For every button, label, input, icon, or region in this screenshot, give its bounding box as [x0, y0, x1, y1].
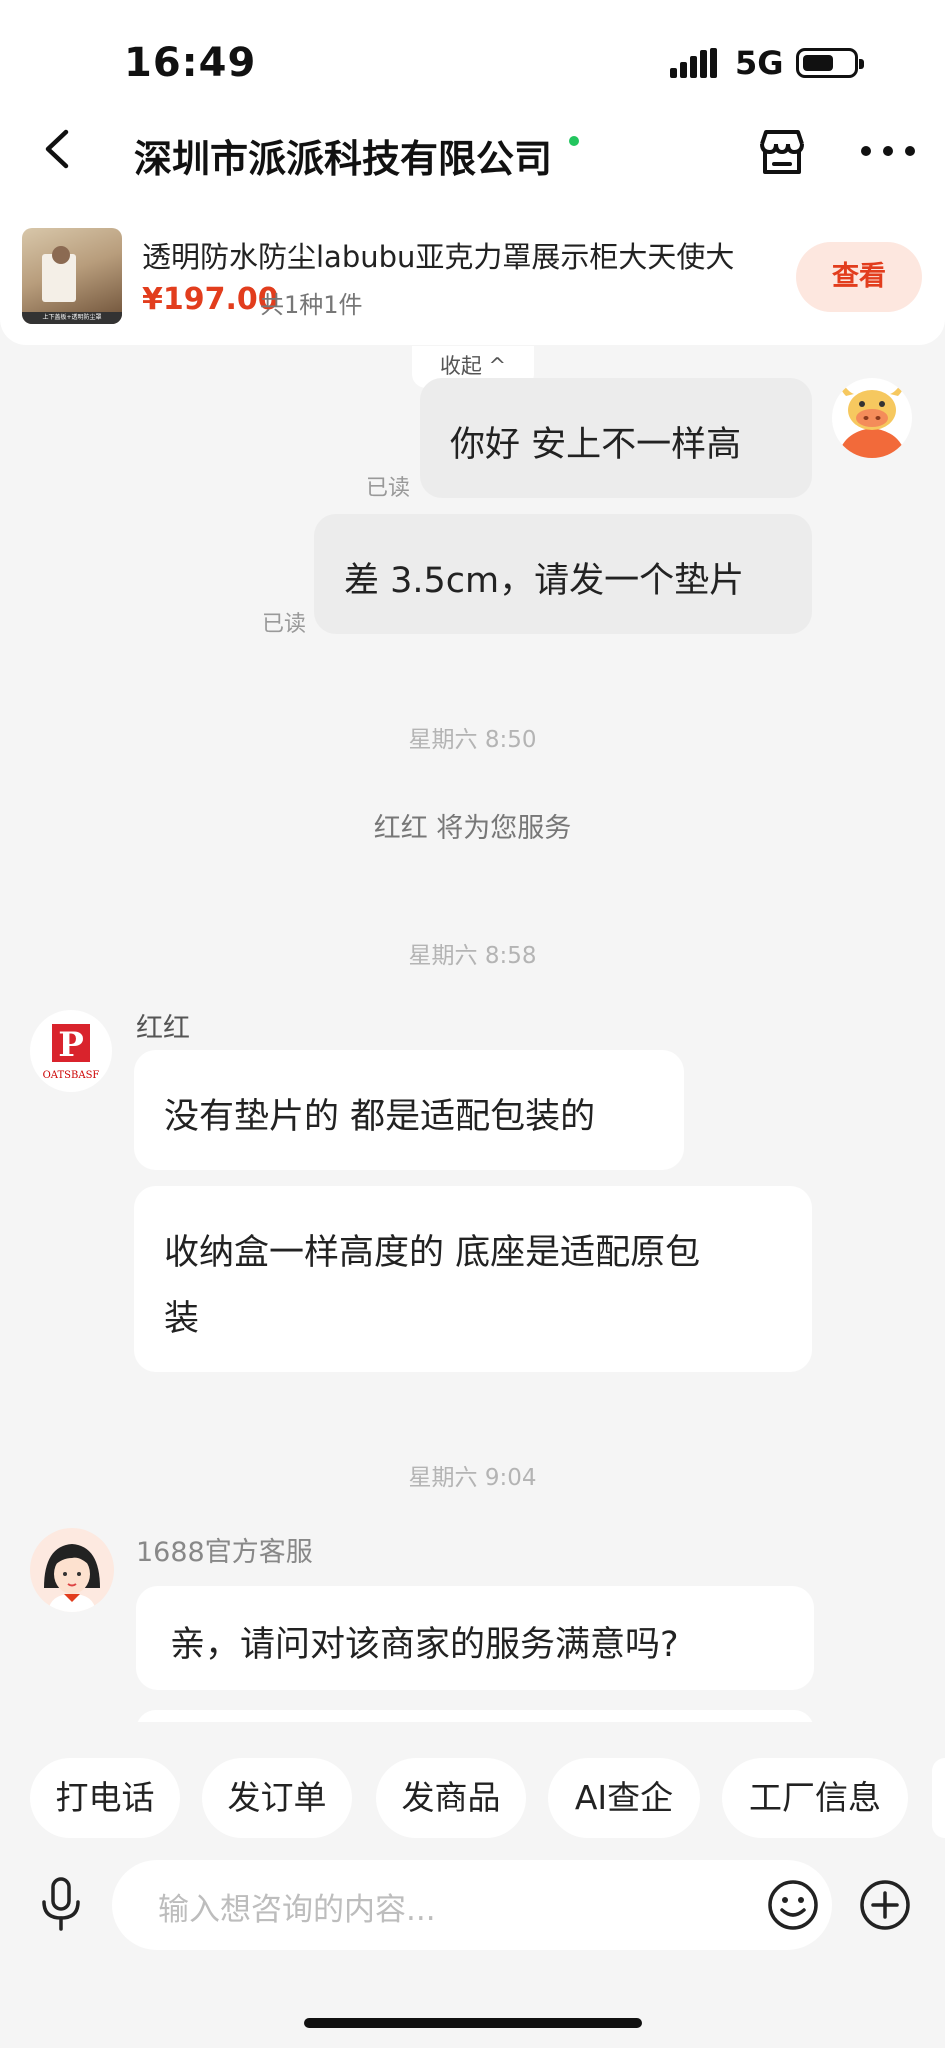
battery-icon	[796, 48, 864, 78]
read-receipt: 已读	[262, 612, 307, 637]
service-notice: 红红 将为您服务	[373, 813, 572, 844]
sender-name: 1688官方客服	[136, 1537, 313, 1568]
message-text: 你好 安上不一样高	[450, 425, 742, 465]
store-icon[interactable]	[754, 124, 810, 180]
read-receipt: 已读	[366, 476, 411, 501]
network-label: 5G	[735, 44, 784, 82]
product-price: ¥197.00	[142, 282, 279, 317]
online-status-dot	[569, 136, 579, 146]
message-text: 差 3.5cm，请发一个垫片	[344, 561, 745, 601]
product-title[interactable]: 透明防水防尘labubu亚克力罩展示柜大天使大	[142, 234, 734, 276]
microphone-icon[interactable]	[36, 1876, 86, 1932]
message-text-line: 收纳盒一样高度的 底座是适配原包	[164, 1233, 701, 1273]
quick-action-factory-info[interactable]: 工厂信息	[722, 1758, 908, 1838]
chat-title[interactable]: 深圳市派派科技有限公司	[134, 128, 552, 183]
signal-icon	[670, 48, 717, 78]
more-icon[interactable]	[858, 136, 918, 166]
svg-text:P: P	[58, 1025, 84, 1065]
plus-icon[interactable]	[858, 1878, 912, 1932]
shop-logo-text: OATSBASF	[42, 1070, 100, 1081]
user-avatar[interactable]	[832, 378, 912, 458]
back-arrow-icon[interactable]	[34, 124, 84, 174]
message-bubble-received[interactable]: 没有垫片的 都是适配包装的	[134, 1050, 684, 1170]
product-thumbnail[interactable]: 上下盖板+透明防尘罩	[22, 228, 122, 324]
view-product-button[interactable]: 查看	[796, 242, 922, 312]
shop-avatar[interactable]: P OATSBASF	[30, 1010, 112, 1092]
message-text: 亲，请问对该商家的服务满意吗?	[170, 1625, 679, 1665]
sender-name: 红红	[136, 1013, 190, 1044]
product-count: 共1种1件	[260, 291, 363, 319]
message-bubble-sent[interactable]: 你好 安上不一样高	[420, 378, 812, 498]
quick-action-send-product[interactable]: 发商品	[376, 1758, 526, 1838]
quick-action-ai-check[interactable]: AI查企	[548, 1758, 700, 1838]
timestamp: 星期六 8:58	[408, 943, 537, 969]
ox-avatar-icon	[838, 382, 906, 458]
timestamp: 星期六 8:50	[408, 727, 537, 753]
home-indicator[interactable]	[304, 2018, 642, 2028]
customer-service-avatar[interactable]	[30, 1528, 114, 1612]
message-bubble-sent[interactable]: 差 3.5cm，请发一个垫片	[314, 514, 812, 634]
message-bubble-received[interactable]: 亲，请问对该商家的服务满意吗?	[136, 1586, 814, 1690]
message-text-line: 装	[164, 1299, 200, 1339]
timestamp: 星期六 9:04	[408, 1465, 537, 1491]
message-input-placeholder: 输入想咨询的内容...	[158, 1892, 436, 1928]
status-time: 16:49	[124, 40, 257, 86]
emoji-icon[interactable]	[766, 1878, 820, 1932]
message-text: 没有垫片的 都是适配包装的	[164, 1097, 596, 1137]
quick-action-overflow[interactable]	[932, 1758, 945, 1838]
cs-girl-avatar-icon	[44, 1544, 100, 1612]
message-bubble-received[interactable]: 收纳盒一样高度的 底座是适配原包 装	[134, 1186, 812, 1372]
quick-action-send-order[interactable]: 发订单	[202, 1758, 352, 1838]
quick-action-call[interactable]: 打电话	[30, 1758, 180, 1838]
